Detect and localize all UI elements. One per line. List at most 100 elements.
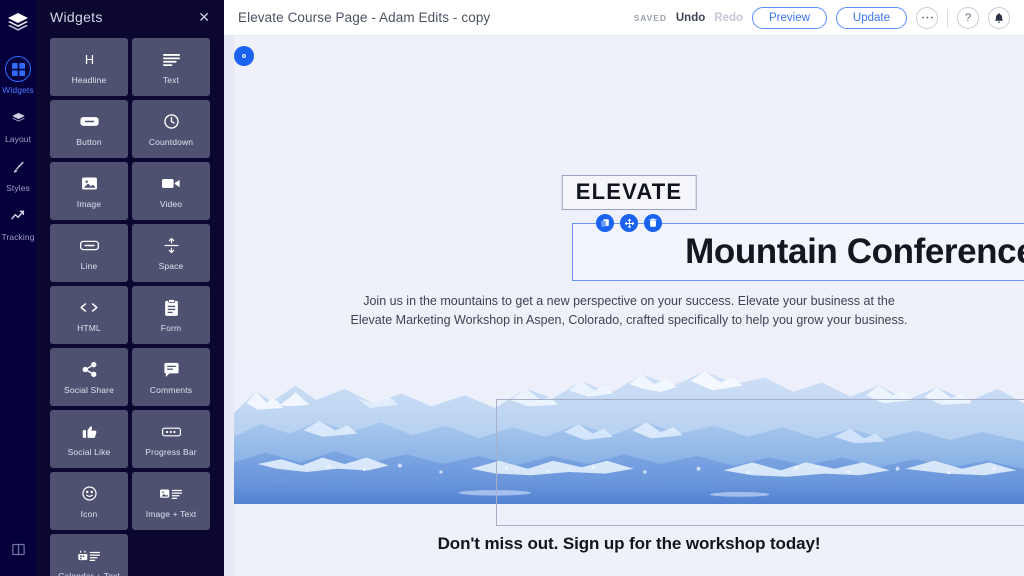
widget-card-label: Form [160, 322, 182, 333]
panel-title: Widgets [50, 9, 103, 25]
widget-card-social-like[interactable]: Social Like [50, 410, 128, 468]
widget-card-video[interactable]: Video [132, 162, 210, 220]
widget-card-progress-bar[interactable]: Progress Bar [132, 410, 210, 468]
page-content: ELEVATE Mountain Conference Join us in t… [234, 36, 1024, 576]
widget-card-text[interactable]: Text [132, 38, 210, 96]
update-button[interactable]: Update [835, 6, 907, 29]
cta-band: Don't miss out. Sign up for the workshop… [234, 512, 1024, 576]
close-icon[interactable]: ✕ [198, 10, 210, 24]
brush-icon [5, 154, 31, 180]
widget-card-label: Line [80, 260, 98, 271]
button-icon [79, 112, 99, 132]
calendar-text-icon [78, 546, 100, 566]
top-toolbar: Elevate Course Page - Adam Edits - copy … [224, 0, 1024, 36]
clipboard-form-icon [164, 298, 179, 318]
move-icon[interactable] [620, 214, 638, 232]
widget-card-label: Image [76, 198, 102, 209]
image-icon [81, 174, 98, 194]
elevate-logo-block[interactable]: ELEVATE [561, 175, 697, 210]
page-builder-app: Widgets Layout Styles Tracking Widgets ✕… [0, 0, 1024, 576]
collapse-panel-button[interactable] [0, 542, 36, 562]
editor-main: Elevate Course Page - Adam Edits - copy … [224, 0, 1024, 576]
delete-icon[interactable] [644, 214, 662, 232]
widget-card-countdown[interactable]: Countdown [132, 100, 210, 158]
preview-button[interactable]: Preview [752, 6, 827, 29]
widget-card-label: Social Share [64, 384, 114, 395]
mountain-range-photo[interactable] [234, 336, 1024, 504]
code-brackets-icon [79, 298, 99, 318]
hero-heading[interactable]: Mountain ConferenceI [573, 224, 1024, 280]
status-badge: SAVED [633, 12, 667, 23]
sidebar-item-label: Styles [6, 183, 30, 193]
widgets-panel: Widgets ✕ H Headline Text Button Countdo… [36, 0, 224, 576]
bell-icon[interactable] [988, 6, 1010, 29]
toolbar-divider [947, 8, 948, 27]
elevate-logo-text: ELEVATE [575, 179, 683, 204]
sidebar-item-tracking[interactable]: Tracking [0, 197, 36, 246]
widget-card-label: Text [162, 74, 180, 85]
widget-card-icon[interactable]: Icon [50, 472, 128, 530]
redo-button[interactable]: Redo [714, 12, 743, 24]
widget-card-label: Image + Text [145, 508, 197, 519]
widget-card-space[interactable]: Space [132, 224, 210, 282]
page-title: Elevate Course Page - Adam Edits - copy [238, 10, 491, 25]
widget-card-label: Button [76, 136, 102, 147]
hero-body-text[interactable]: Join us in the mountains to get a new pe… [349, 292, 909, 330]
layers-logo-icon [6, 10, 30, 34]
headline-h-icon: H [81, 50, 98, 70]
widget-card-label: Space [158, 260, 184, 271]
cta-heading[interactable]: Don't miss out. Sign up for the workshop… [438, 534, 821, 554]
thumbs-up-icon [81, 422, 98, 442]
share-icon [81, 360, 98, 380]
page-canvas[interactable]: ELEVATE Mountain Conference Join us in t… [224, 36, 1024, 576]
widget-card-label: Countdown [148, 136, 194, 147]
layers-icon [5, 105, 31, 131]
widget-card-social-share[interactable]: Social Share [50, 348, 128, 406]
image-text-icon [160, 484, 182, 504]
trending-up-icon [5, 203, 31, 229]
widget-card-form[interactable]: Form [132, 286, 210, 344]
widget-card-image-text[interactable]: Image + Text [132, 472, 210, 530]
text-lines-icon [162, 50, 180, 70]
top-toolbar-actions: SAVED Undo Redo Preview Update ? [633, 6, 1010, 29]
svg-text:H: H [84, 52, 93, 67]
widget-card-label: Progress Bar [145, 446, 197, 457]
hero-heading-text: Mountain Conference [685, 232, 1024, 271]
vertical-space-icon [163, 236, 180, 256]
canvas-left-gutter [224, 36, 234, 576]
left-icon-rail: Widgets Layout Styles Tracking [0, 0, 36, 576]
widgets-grid-icon [5, 56, 31, 82]
widget-card-label: HTML [77, 322, 101, 333]
sidebar-item-widgets[interactable]: Widgets [0, 50, 36, 99]
sidebar-item-styles[interactable]: Styles [0, 148, 36, 197]
widget-grid: H Headline Text Button Countdown Image V… [36, 34, 224, 576]
gear-icon[interactable] [234, 46, 254, 66]
widget-card-label: Calendar + Text [58, 570, 120, 576]
collapse-panel-icon [11, 542, 26, 562]
undo-button[interactable]: Undo [676, 12, 705, 24]
widget-card-button[interactable]: Button [50, 100, 128, 158]
widgets-panel-header: Widgets ✕ [36, 0, 224, 34]
widget-card-html[interactable]: HTML [50, 286, 128, 344]
sidebar-item-label: Tracking [1, 232, 35, 242]
sidebar-item-label: Layout [4, 134, 32, 144]
question-mark-icon[interactable]: ? [957, 6, 979, 29]
widget-card-label: Comments [149, 384, 193, 395]
rail-item-list: Widgets Layout Styles Tracking [0, 50, 36, 246]
video-camera-icon [162, 174, 180, 194]
duplicate-icon[interactable] [596, 214, 614, 232]
widget-card-label: Icon [80, 508, 98, 519]
comment-bubble-icon [163, 360, 180, 380]
widget-card-calendar-text[interactable]: Calendar + Text [50, 534, 128, 576]
widget-card-label: Social Like [67, 446, 111, 457]
widget-card-label: Video [159, 198, 183, 209]
widget-card-image[interactable]: Image [50, 162, 128, 220]
widget-card-comments[interactable]: Comments [132, 348, 210, 406]
more-dots-icon[interactable] [916, 6, 938, 29]
progress-bar-icon [161, 422, 181, 442]
widget-card-headline[interactable]: H Headline [50, 38, 128, 96]
sidebar-item-layout[interactable]: Layout [0, 99, 36, 148]
widget-card-label: Headline [71, 74, 107, 85]
widget-card-line[interactable]: Line [50, 224, 128, 282]
line-divider-icon [79, 236, 99, 256]
